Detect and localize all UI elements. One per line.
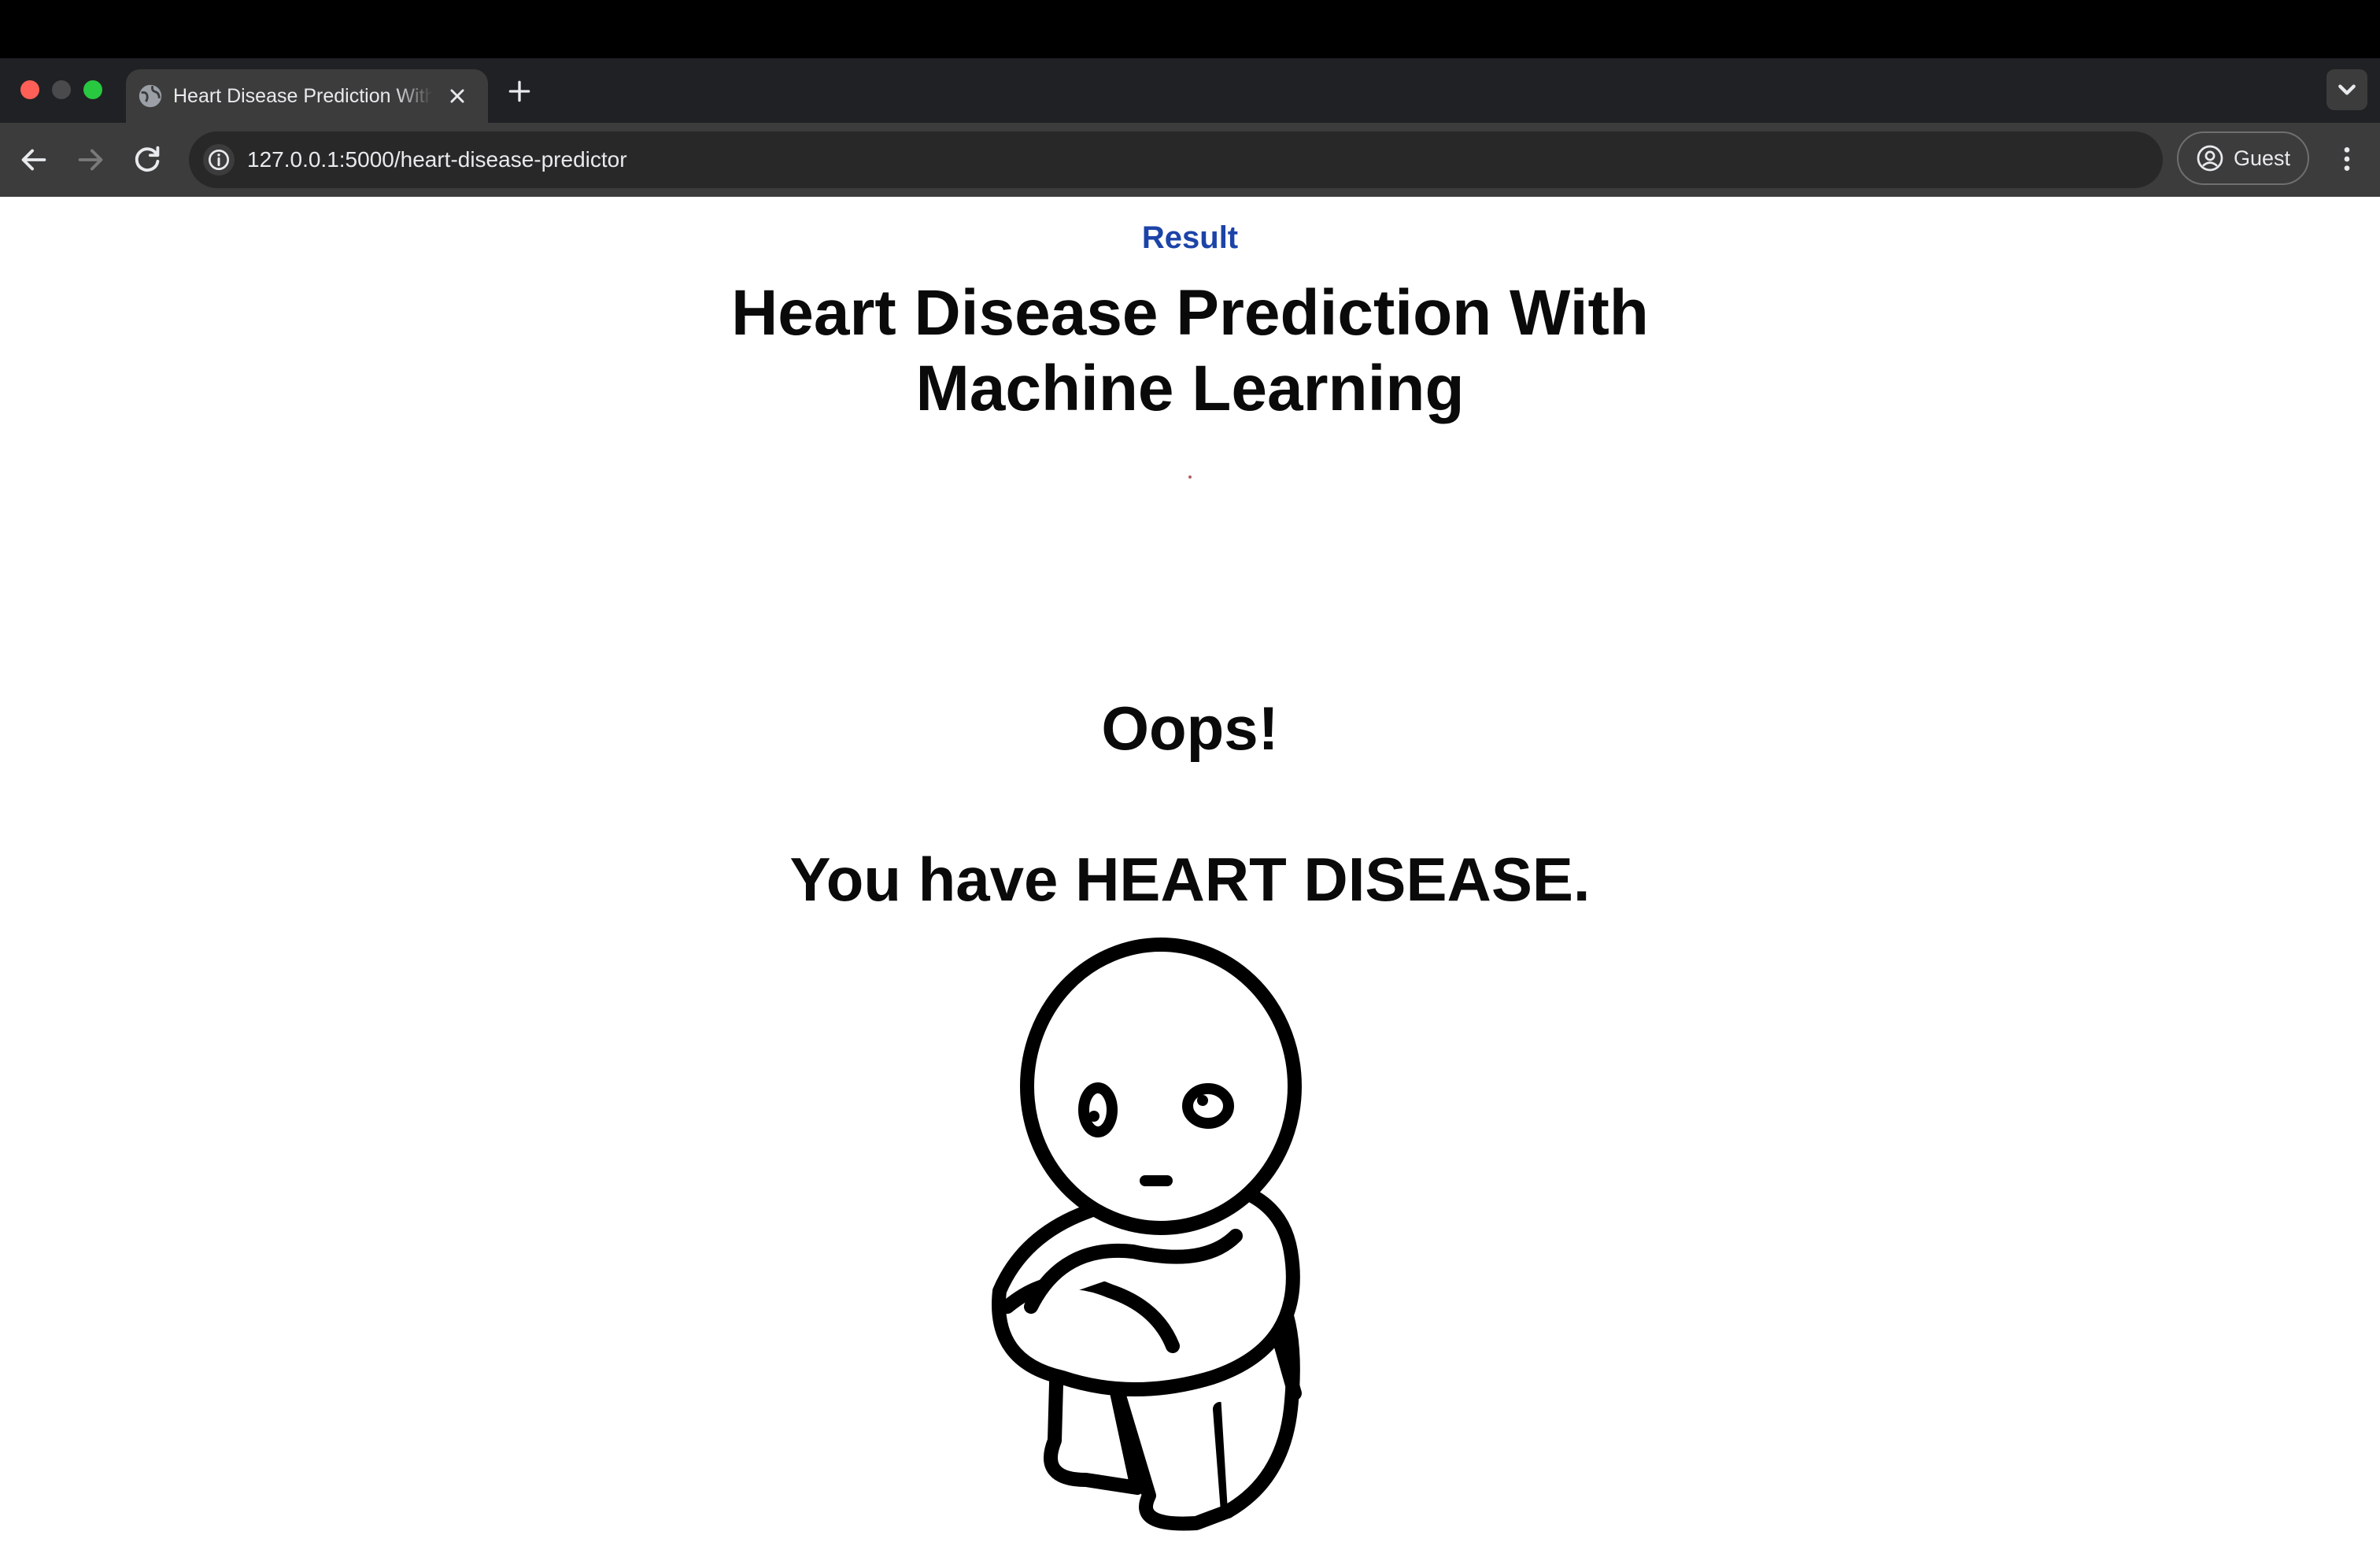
site-info-button[interactable] [203, 144, 235, 176]
browser-tab[interactable]: Heart Disease Prediction With Machine Le… [126, 69, 488, 123]
user-circle-icon [2197, 145, 2223, 172]
reload-icon[interactable] [129, 142, 165, 178]
prediction-result: You have HEART DISEASE. [789, 845, 1591, 914]
oops-heading: Oops! [1101, 693, 1279, 763]
address-bar[interactable]: 127.0.0.1:5000/heart-disease-predictor [189, 131, 2163, 188]
page-content: Result Heart Disease Prediction With Mac… [0, 197, 2380, 1546]
chevron-down-icon [2338, 84, 2356, 95]
maximize-window-button[interactable] [83, 80, 102, 99]
profile-button[interactable]: Guest [2177, 131, 2309, 185]
section-label: Result [1141, 220, 1239, 255]
profile-label: Guest [2234, 146, 2291, 170]
title-divider-dot [1188, 475, 1192, 479]
globe-icon [139, 84, 162, 108]
url-text[interactable]: 127.0.0.1:5000/heart-disease-predictor [247, 131, 627, 188]
close-window-button[interactable] [20, 80, 39, 99]
system-menu-bar [0, 0, 2380, 58]
info-icon [209, 150, 229, 170]
arrow-left-icon[interactable] [16, 142, 52, 178]
page-title: Heart Disease Prediction With Machine Le… [731, 277, 1649, 424]
close-icon[interactable] [444, 83, 471, 109]
kebab-menu-icon[interactable] [2331, 143, 2363, 175]
plus-icon[interactable] [504, 76, 535, 107]
sad-person-illustration [992, 938, 1302, 1531]
tab-title: Heart Disease Prediction With Machine Le… [173, 85, 433, 107]
minimize-window-button[interactable] [52, 80, 71, 99]
tab-search-button[interactable] [2326, 69, 2367, 110]
arrow-right-icon[interactable] [72, 142, 109, 178]
